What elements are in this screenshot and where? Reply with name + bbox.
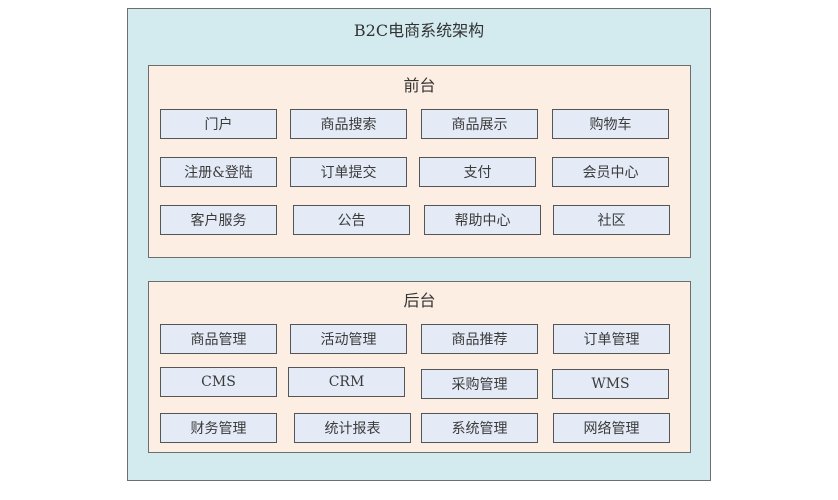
module-product-recommendation[interactable]: 商品推荐 — [421, 324, 538, 354]
module-payment[interactable]: 支付 — [419, 157, 536, 187]
module-product-management[interactable]: 商品管理 — [160, 324, 277, 354]
module-crm[interactable]: CRM — [288, 367, 405, 397]
module-product-search[interactable]: 商品搜索 — [290, 109, 407, 139]
module-community[interactable]: 社区 — [553, 205, 670, 235]
module-product-display[interactable]: 商品展示 — [421, 109, 538, 139]
module-shopping-cart[interactable]: 购物车 — [552, 109, 669, 139]
system-architecture-container: B2C电商系统架构 前台 门户 商品搜索 商品展示 购物车 注册&登陆 订单提交… — [127, 8, 711, 481]
backend-panel: 后台 商品管理 活动管理 商品推荐 订单管理 CMS CRM 采购管理 WMS … — [148, 281, 691, 453]
module-procurement-management[interactable]: 采购管理 — [421, 369, 538, 399]
module-order-management[interactable]: 订单管理 — [553, 324, 670, 354]
module-register-login[interactable]: 注册&登陆 — [160, 157, 277, 187]
module-help-center[interactable]: 帮助中心 — [424, 205, 541, 235]
frontend-panel: 前台 门户 商品搜索 商品展示 购物车 注册&登陆 订单提交 支付 会员中心 客… — [148, 65, 691, 258]
module-order-submit[interactable]: 订单提交 — [290, 157, 407, 187]
module-cms[interactable]: CMS — [160, 367, 277, 397]
diagram-title: B2C电商系统架构 — [353, 21, 485, 40]
module-customer-service[interactable]: 客户服务 — [160, 205, 277, 235]
module-campaign-management[interactable]: 活动管理 — [290, 324, 407, 354]
frontend-panel-title: 前台 — [403, 76, 436, 95]
module-wms[interactable]: WMS — [552, 369, 669, 399]
module-network-management[interactable]: 网络管理 — [553, 413, 670, 443]
module-portal[interactable]: 门户 — [160, 109, 277, 139]
module-member-center[interactable]: 会员中心 — [552, 157, 669, 187]
module-finance-management[interactable]: 财务管理 — [160, 413, 277, 443]
module-system-management[interactable]: 系统管理 — [421, 413, 538, 443]
module-statistics-reports[interactable]: 统计报表 — [294, 413, 411, 443]
module-announcement[interactable]: 公告 — [293, 205, 410, 235]
backend-panel-title: 后台 — [403, 291, 436, 310]
